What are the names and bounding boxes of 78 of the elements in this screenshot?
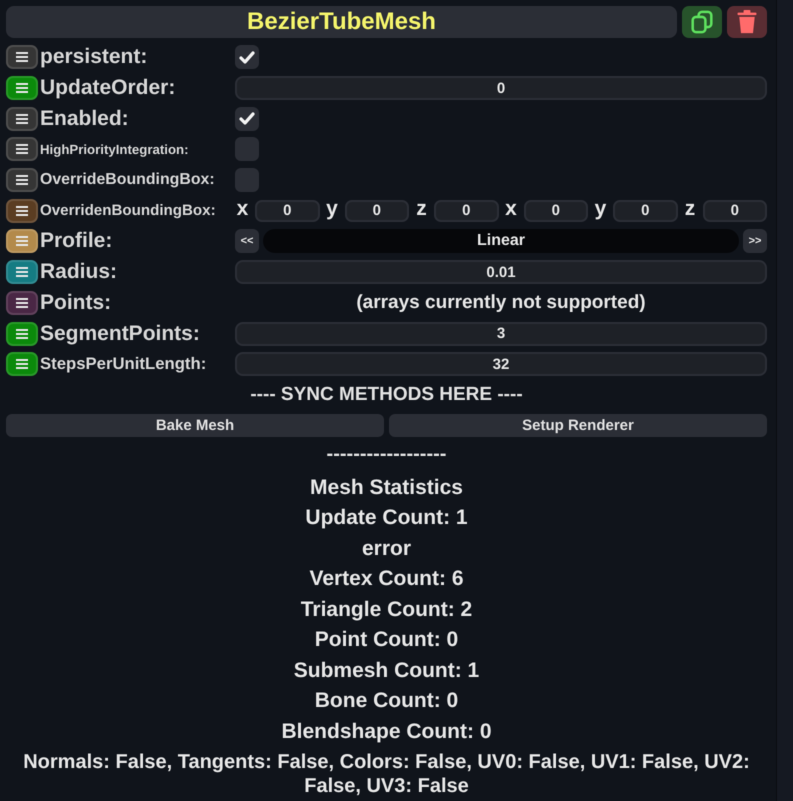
separator-text: ------------------: [326, 443, 446, 466]
field-handle-button[interactable]: [6, 45, 38, 70]
menu-icon: [16, 52, 28, 62]
delete-button[interactable]: [727, 6, 767, 38]
field-handle-button[interactable]: [6, 137, 38, 162]
axis-label: z: [684, 198, 696, 220]
field-label: Radius:: [40, 260, 118, 284]
checkbox[interactable]: [235, 137, 259, 162]
field-label: Enabled:: [40, 106, 130, 131]
menu-icon: [16, 359, 28, 370]
statistic-text: Bone Count: 0: [314, 689, 458, 714]
previous-button[interactable]: <<: [235, 229, 259, 254]
field-handle-button[interactable]: [6, 198, 38, 223]
copy-icon: [691, 10, 713, 34]
axis-label: z: [415, 198, 428, 220]
statistic-text: Update Count: 1: [305, 506, 468, 530]
field-handle-button[interactable]: [6, 106, 38, 131]
checkmark-icon: [239, 112, 255, 126]
field-label: persistent:: [40, 45, 148, 70]
menu-icon: [16, 328, 28, 339]
number-field[interactable]: 0: [235, 76, 767, 100]
number-field[interactable]: 0: [434, 200, 498, 222]
statistic-text: Mesh Statistics: [310, 476, 463, 500]
number-field[interactable]: 3: [235, 322, 767, 346]
axis-label: y: [325, 198, 339, 220]
menu-icon: [16, 175, 28, 186]
trash-icon: [736, 10, 758, 34]
field-handle-button[interactable]: [6, 229, 38, 254]
number-field[interactable]: 0.01: [235, 260, 767, 284]
field-label: UpdateOrder:: [40, 76, 176, 100]
checkbox[interactable]: [235, 45, 259, 70]
menu-icon: [16, 144, 28, 154]
duplicate-button[interactable]: [682, 6, 722, 38]
field-label: SegmentPoints:: [40, 322, 201, 346]
checkbox[interactable]: [235, 168, 259, 192]
axis-label: x: [236, 198, 250, 220]
field-handle-button[interactable]: [6, 352, 38, 376]
axis-label: x: [504, 198, 518, 220]
menu-icon: [16, 236, 28, 246]
action-button[interactable]: Setup Renderer: [389, 414, 767, 437]
number-field[interactable]: 0: [344, 200, 409, 222]
number-field[interactable]: 32: [235, 352, 767, 376]
number-field[interactable]: 0: [613, 200, 678, 222]
field-label: OverrideBoundingBox:: [40, 171, 216, 190]
axis-label: y: [594, 198, 608, 220]
statistic-text: Submesh Count: 1: [294, 658, 480, 683]
number-field[interactable]: 0: [524, 200, 588, 222]
field-handle-button[interactable]: [6, 76, 38, 100]
checkbox[interactable]: [235, 106, 259, 131]
number-field[interactable]: 0: [702, 200, 767, 222]
field-handle-button[interactable]: [6, 168, 38, 192]
channels-summary: Normals: False, Tangents: False, Colors: False, UV0: False, UV1: False, UV2: False, UV3: False: [23, 751, 750, 798]
menu-icon: [16, 298, 28, 308]
unsupported-note: (arrays currently not supported): [355, 292, 647, 314]
menu-icon: [16, 206, 28, 216]
field-label: StepsPerUnitLength:: [40, 354, 208, 374]
menu-icon: [16, 114, 28, 124]
statistic-text: Point Count: 0: [314, 628, 458, 652]
number-field[interactable]: 0: [255, 200, 320, 222]
statistic-text: Blendshape Count: 0: [281, 720, 492, 744]
section-heading: ---- SYNC METHODS HERE ----: [250, 384, 523, 406]
statistic-text: Vertex Count: 6: [309, 567, 464, 592]
checkmark-icon: [239, 50, 255, 64]
field-label: OverridenBoundingBox:: [40, 202, 217, 220]
field-handle-button[interactable]: [6, 322, 38, 346]
statistic-text: error: [362, 536, 412, 561]
field-handle-button[interactable]: [6, 290, 38, 315]
action-button[interactable]: Bake Mesh: [6, 414, 384, 437]
menu-icon: [16, 83, 28, 94]
field-handle-button[interactable]: [6, 260, 38, 284]
menu-icon: [16, 267, 28, 278]
field-label: Points:: [40, 290, 112, 315]
next-button[interactable]: >>: [743, 229, 767, 254]
component-title: BezierTubeMesh: [6, 6, 677, 38]
field-label: HighPriorityIntegration:: [40, 142, 190, 157]
field-label: Profile:: [40, 229, 114, 254]
statistic-text: Triangle Count: 2: [300, 598, 472, 622]
enum-value-field[interactable]: Linear: [263, 229, 739, 254]
